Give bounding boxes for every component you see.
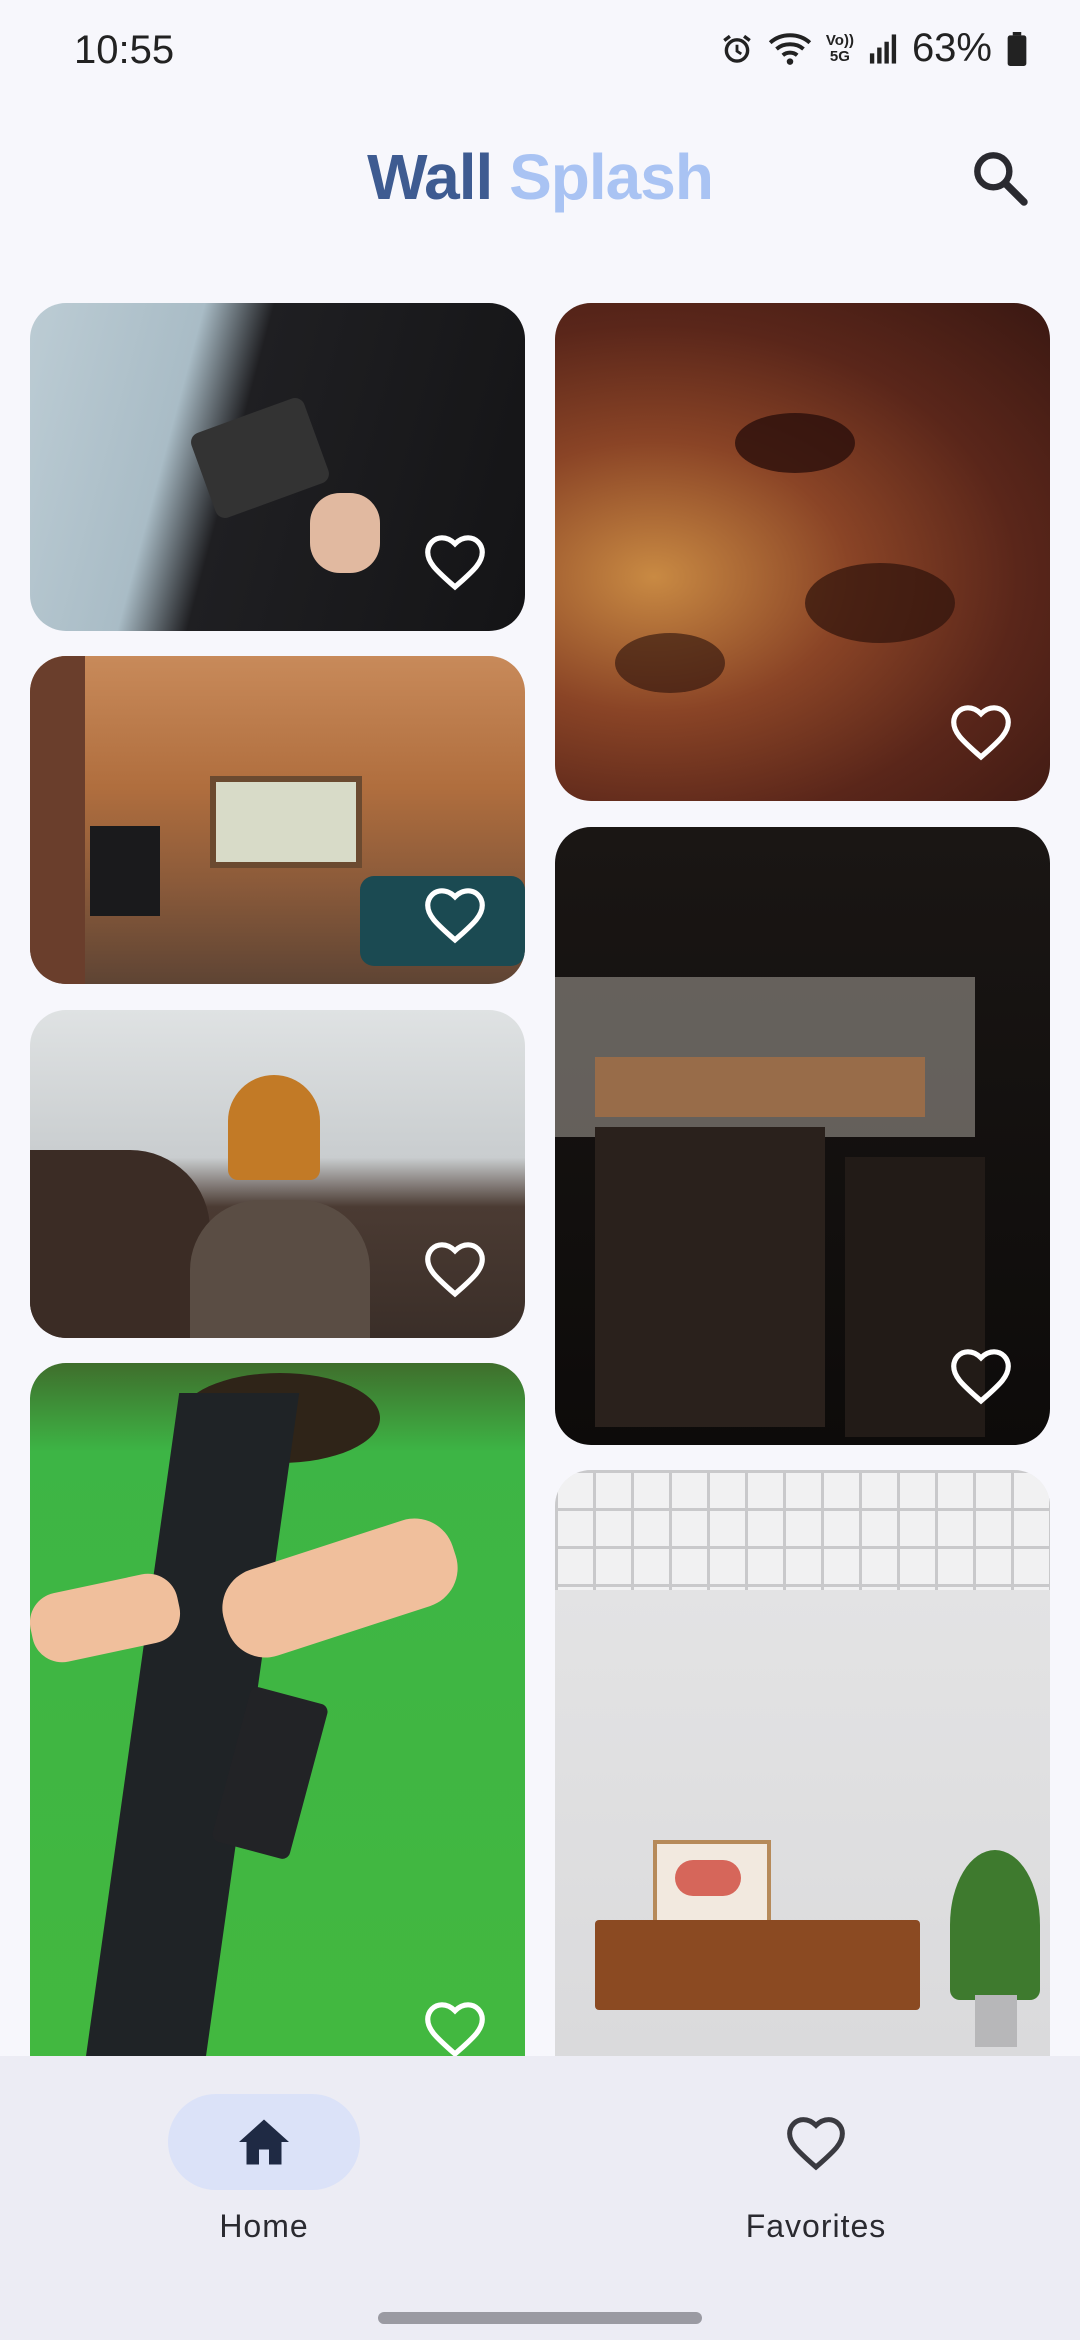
heart-outline-icon — [951, 705, 1011, 761]
wallpaper-card[interactable] — [555, 303, 1050, 801]
heart-outline-icon — [425, 2002, 485, 2056]
volte-5g-indicator: Vo)) 5G — [825, 31, 854, 65]
title-splash: Splash — [509, 141, 714, 213]
status-time: 10:55 — [74, 28, 175, 72]
battery-icon — [1007, 31, 1027, 66]
favorite-button[interactable] — [948, 701, 1014, 761]
home-icon — [239, 2119, 289, 2165]
favorite-button[interactable] — [948, 1345, 1014, 1405]
status-bar: 10:55 Vo)) 5G 63% — [0, 0, 1080, 100]
heart-outline-icon — [425, 1242, 485, 1298]
nav-label-favorites: Favorites — [745, 2208, 887, 2244]
app-title: Wall Splash — [0, 140, 1080, 214]
favorite-button[interactable] — [422, 884, 488, 944]
wifi-icon — [768, 32, 812, 65]
heart-outline-icon — [787, 2117, 845, 2171]
nav-active-indicator — [168, 2094, 360, 2190]
nav-inactive-indicator — [720, 2094, 912, 2190]
favorite-button[interactable] — [422, 1998, 488, 2056]
wallpaper-card[interactable] — [30, 303, 525, 631]
wallpaper-card[interactable] — [30, 1363, 525, 2056]
nav-label-home: Home — [219, 2208, 309, 2244]
wallpaper-card[interactable] — [30, 656, 525, 984]
search-button[interactable] — [968, 146, 1032, 210]
nav-item-favorites[interactable]: Favorites — [666, 2094, 966, 2284]
title-wall: Wall — [367, 141, 493, 213]
wallpaper-card[interactable] — [555, 827, 1050, 1445]
heart-outline-icon — [425, 535, 485, 591]
heart-outline-icon — [951, 1349, 1011, 1405]
signal-icon — [869, 33, 897, 64]
alarm-icon — [723, 34, 751, 63]
wallpaper-card[interactable] — [30, 1010, 525, 1338]
screen: 10:55 Vo)) 5G 63% Wall Splash Home Favor… — [0, 0, 1080, 2340]
heart-outline-icon — [425, 888, 485, 944]
wallpaper-grid[interactable] — [0, 300, 1080, 2056]
battery-percent: 63% — [911, 26, 992, 70]
favorite-button[interactable] — [422, 1238, 488, 1298]
nav-item-home[interactable]: Home — [114, 2094, 414, 2284]
status-icons: Vo)) 5G 63% — [720, 26, 1028, 71]
search-icon — [974, 152, 1028, 206]
app-header: Wall Splash — [0, 100, 1080, 250]
home-indicator[interactable] — [378, 2312, 702, 2324]
favorite-button[interactable] — [422, 531, 488, 591]
wallpaper-card[interactable] — [555, 1470, 1050, 2056]
bottom-navigation: Home Favorites — [0, 2056, 1080, 2340]
